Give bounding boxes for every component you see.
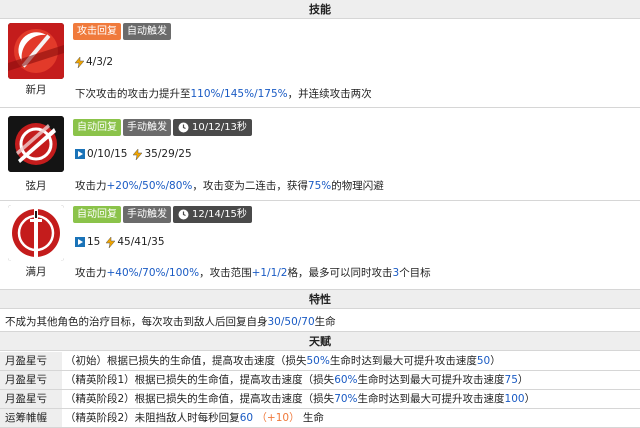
half-moon-slash-icon (8, 116, 64, 172)
skill-tags: 自动回复 手动触发 10/12/13秒 (73, 119, 252, 136)
desc-value: 70% (334, 393, 358, 405)
trait-value: 30/50/70 (267, 316, 315, 328)
desc-text: （初始）根据已损失的生命值，提高攻击速度（损失 (65, 355, 307, 367)
desc-text: ，攻击范围 (199, 267, 252, 279)
talent-description: （精英阶段2）未阻挡敌人时每秒回复60 （+10） 生命 (65, 409, 324, 427)
desc-value: 50 (476, 355, 491, 367)
skill-row-3: 满月 自动回复 手动触发 12/14/15秒 15 45/41/35 攻击力+4… (0, 201, 640, 290)
desc-text: （精英阶段1）根据已损失的生命值，提高攻击速度（损失 (65, 374, 335, 386)
sp-initial-value: 0/10/15 (87, 148, 128, 160)
sp-cost-value: 4/3/2 (86, 56, 114, 68)
desc-text: ） (490, 355, 501, 367)
full-moon-sword-icon (8, 205, 64, 261)
desc-value: 50% (306, 355, 330, 367)
talent-name: 月盈星亏 (0, 371, 62, 389)
sp-initial: 15 (75, 236, 100, 248)
sp-cost-value: 35/29/25 (144, 148, 192, 160)
trigger-type-tag: 手动触发 (123, 119, 171, 136)
desc-text: 攻击力 (75, 267, 107, 279)
desc-value: +1/1/2 (251, 267, 288, 279)
talent-row: 月盈星亏 （初始）根据已损失的生命值，提高攻击速度（损失50%生命时达到最大可提… (0, 352, 640, 371)
lightning-icon (106, 236, 116, 248)
talents-header: 天赋 (0, 332, 640, 351)
sp-line: 0/10/15 35/29/25 (75, 148, 196, 160)
talent-description: （精英阶段2）根据已损失的生命值，提高攻击速度（损失70%生命时达到最大可提升攻… (65, 390, 535, 408)
duration-tag: 10/12/13秒 (173, 119, 252, 136)
sp-recovery-tag: 攻击回复 (73, 23, 121, 40)
duration-value: 12/14/15秒 (192, 209, 247, 220)
desc-text: ） (517, 374, 529, 386)
trigger-type-tag: 手动触发 (123, 206, 171, 223)
skill-description: 攻击力+40%/70%/100%，攻击范围+1/1/2格，最多可以同时攻击3个目… (75, 265, 431, 280)
desc-text: 攻击力 (75, 180, 107, 192)
clock-icon (178, 209, 189, 220)
sp-cost: 45/41/35 (106, 236, 165, 248)
duration-value: 10/12/13秒 (192, 122, 247, 133)
desc-value: +40%/70%/100% (106, 267, 200, 279)
sp-cost-value: 45/41/35 (117, 236, 165, 248)
skill-tags: 自动回复 手动触发 12/14/15秒 (73, 206, 252, 223)
desc-text: 个目标 (399, 267, 431, 279)
desc-text: （精英阶段2）根据已损失的生命值，提高攻击速度（损失 (65, 393, 335, 405)
talent-row: 月盈星亏 （精英阶段2）根据已损失的生命值，提高攻击速度（损失70%生命时达到最… (0, 390, 640, 409)
talent-description: （精英阶段1）根据已损失的生命值，提高攻击速度（损失60%生命时达到最大可提升攻… (65, 371, 528, 389)
desc-text: 格，最多可以同时攻击 (287, 267, 393, 279)
duration-tag: 12/14/15秒 (173, 206, 252, 223)
desc-text: 生命时达到最大可提升攻击速度 (357, 374, 505, 386)
desc-text: 生命时达到最大可提升攻击速度 (357, 393, 505, 405)
crescent-moon-blade-icon (8, 23, 64, 79)
desc-text: 的物理闪避 (331, 180, 384, 192)
desc-value: 75% (307, 180, 332, 192)
trigger-type-tag: 自动触发 (123, 23, 171, 40)
trait-text: 生命 (314, 316, 336, 328)
desc-value: 60 (239, 412, 254, 424)
skill-tags: 攻击回复 自动触发 (73, 23, 171, 40)
trait-text: 不成为其他角色的治疗目标，每次攻击到敌人后回复自身 (5, 316, 268, 328)
skills-header: 技能 (0, 0, 640, 19)
traits-header: 特性 (0, 290, 640, 309)
skill-row-2: 弦月 自动回复 手动触发 10/12/13秒 0/10/15 35/29/25 … (0, 108, 640, 201)
desc-text: ，并连续攻击两次 (287, 88, 372, 100)
talent-name: 月盈星亏 (0, 390, 62, 408)
desc-text: 下次攻击的攻击力提升至 (75, 88, 191, 100)
initial-sp-icon (75, 149, 85, 159)
sp-initial-value: 15 (87, 236, 101, 248)
skill-description: 下次攻击的攻击力提升至110%/145%/175%，并连续攻击两次 (75, 86, 372, 101)
sp-line: 4/3/2 (75, 56, 117, 68)
desc-value: 75 (504, 374, 518, 386)
sp-cost: 4/3/2 (75, 56, 113, 68)
desc-text: ） (524, 393, 536, 405)
sp-cost: 35/29/25 (133, 148, 192, 160)
talent-description: （初始）根据已损失的生命值，提高攻击速度（损失50%生命时达到最大可提升攻击速度… (65, 352, 501, 370)
talent-row: 运筹帷幄 （精英阶段2）未阻挡敌人时每秒回复60 （+10） 生命 (0, 409, 640, 428)
desc-text: 生命时达到最大可提升攻击速度 (329, 355, 477, 367)
desc-text: （精英阶段2）未阻挡敌人时每秒回复 (65, 412, 240, 424)
desc-value: 110%/145%/175% (190, 88, 288, 100)
sp-line: 15 45/41/35 (75, 236, 169, 248)
skill-name: 满月 (25, 266, 47, 278)
talent-name: 月盈星亏 (0, 352, 62, 370)
sp-initial: 0/10/15 (75, 148, 127, 160)
skill-row-1: 新月 攻击回复 自动触发 4/3/2 下次攻击的攻击力提升至110%/145%/… (0, 19, 640, 108)
lightning-icon (133, 148, 143, 160)
lightning-icon (75, 56, 84, 68)
initial-sp-icon (75, 237, 85, 247)
trait-description: 不成为其他角色的治疗目标，每次攻击到敌人后回复自身30/50/70生命 (5, 314, 336, 329)
skill-name: 弦月 (25, 180, 47, 192)
talent-row: 月盈星亏 （精英阶段1）根据已损失的生命值，提高攻击速度（损失60%生命时达到最… (0, 371, 640, 390)
sp-recovery-tag: 自动回复 (73, 206, 121, 223)
skill-description: 攻击力+20%/50%/80%，攻击变为二连击，获得75%的物理闪避 (75, 178, 384, 193)
desc-value: 60% (334, 374, 358, 386)
desc-value: +20%/50%/80% (106, 180, 193, 192)
desc-text: ，攻击变为二连击，获得 (192, 180, 308, 192)
desc-value: 100 (504, 393, 525, 405)
operator-skills-page: 技能 新月 攻击回复 自动触发 4/3/2 下次攻击的攻击力提升至110%/14… (0, 0, 640, 428)
clock-icon (178, 122, 189, 133)
desc-text: 生命 (302, 412, 324, 424)
desc-bonus: （+10） (256, 412, 300, 424)
talent-name: 运筹帷幄 (0, 409, 62, 427)
sp-recovery-tag: 自动回复 (73, 119, 121, 136)
skill-name: 新月 (25, 84, 47, 96)
